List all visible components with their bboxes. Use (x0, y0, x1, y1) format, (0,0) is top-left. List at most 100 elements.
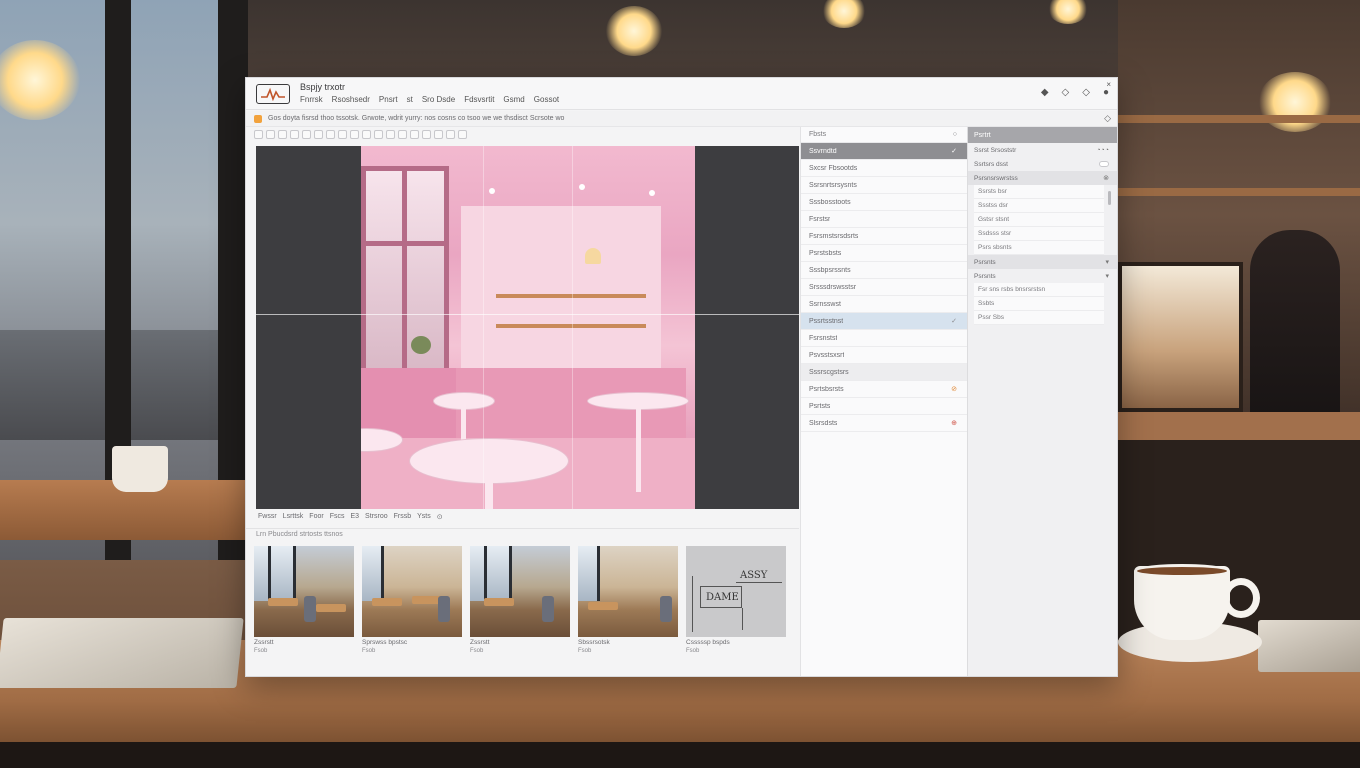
list-items: Ssvrndtd ✓ Sxcsr Fbsootds Ssrsnrtsrsysnts Ss… (801, 143, 967, 432)
thumbnail-image[interactable] (254, 546, 354, 637)
tool-button[interactable] (326, 130, 335, 139)
property-control-icon[interactable]: ▾ (1105, 272, 1109, 280)
thumbnail-card[interactable]: Zssrstt Fsob (470, 546, 570, 654)
tool-button[interactable] (290, 130, 299, 139)
menu-bar: Fnrrsk Rsoshsedr Pnsrt st Sro Dsde Fdsvs… (300, 95, 559, 104)
tool-button[interactable] (410, 130, 419, 139)
list-item[interactable]: Sssrscgstsrs (801, 364, 967, 381)
tool-button[interactable] (458, 130, 467, 139)
list-item[interactable]: Pssrtsstnst ✓ (801, 313, 967, 330)
tool-button[interactable] (446, 130, 455, 139)
property-subitem[interactable]: Gstsr stsnt (974, 213, 1104, 227)
thumbnail-image[interactable] (362, 546, 462, 637)
list-item[interactable]: Psrtsbsrsts ⊘ (801, 381, 967, 398)
thumb-mullion (484, 546, 487, 601)
list-item[interactable]: Fsrsmstsrsdsrts (801, 228, 967, 245)
thumbnail-card[interactable]: Sbssrsotsk Fsob (578, 546, 678, 654)
status-item[interactable]: E3 (350, 513, 359, 525)
scrollbar[interactable] (1108, 191, 1111, 205)
tool-button[interactable] (386, 130, 395, 139)
tool-button[interactable] (314, 130, 323, 139)
tool-button[interactable] (434, 130, 443, 139)
toggle-switch[interactable] (1099, 161, 1109, 167)
menu-item[interactable]: st (407, 95, 413, 104)
property-row[interactable]: Ssrtsrs dsst (968, 157, 1117, 171)
tool-button[interactable] (278, 130, 287, 139)
list-item-label: Psrstsbsts (809, 249, 842, 257)
thumbnail-card[interactable]: DAME ASSY Csssssp bspds Fsob (686, 546, 786, 654)
property-control-icon[interactable]: ⊗ (1103, 174, 1109, 182)
menu-item[interactable]: Fdsvsrtit (464, 95, 494, 104)
thumbnail-label: Csssssp bspds (686, 639, 730, 646)
list-item[interactable]: Ssvrndtd ✓ (801, 143, 967, 160)
list-item[interactable]: Psvsstsxsrt (801, 347, 967, 364)
desk-edge (0, 742, 1360, 768)
status-item[interactable]: Foor (309, 513, 323, 525)
property-subitem[interactable]: Fsr sns rsbs bnsrsrstsn (974, 283, 1104, 297)
menu-item[interactable]: Pnsrt (379, 95, 398, 104)
tool-button[interactable] (254, 130, 263, 139)
tool-button[interactable] (266, 130, 275, 139)
status-item[interactable]: Frssb (394, 513, 412, 525)
list-item[interactable]: Psrtsts (801, 398, 967, 415)
property-control-icon[interactable]: ◔◔◔ (1096, 147, 1109, 154)
property-subitem[interactable]: Ssdsss stsr (974, 227, 1104, 241)
property-row[interactable]: Psrsnsrswrstss ⊗ (968, 171, 1117, 185)
list-item[interactable]: Sssbosstoots (801, 194, 967, 211)
status-item[interactable]: Fwssr (258, 513, 277, 525)
menu-item[interactable]: Gsmd (503, 95, 524, 104)
status-item[interactable]: Strsroo (365, 513, 388, 525)
list-item[interactable]: Ssrsnrtsrsysnts (801, 177, 967, 194)
menu-item[interactable]: Rsoshsedr (332, 95, 370, 104)
list-item[interactable]: Srsssdrswsstsr (801, 279, 967, 296)
thumbnail-image[interactable] (470, 546, 570, 637)
tool-button[interactable] (302, 130, 311, 139)
status-icon[interactable]: ⊕ (951, 419, 957, 427)
property-subitem[interactable]: Psrs sbsnts (974, 241, 1104, 255)
status-item[interactable]: Fscs (330, 513, 345, 525)
status-item[interactable]: Lsrttsk (283, 513, 304, 525)
property-row[interactable]: Psrsnts ▾ (968, 255, 1117, 269)
property-subitem[interactable]: Ssstss dsr (974, 199, 1104, 213)
status-item[interactable]: Ysts (417, 513, 431, 525)
diamond-icon[interactable]: ◇ (1082, 86, 1090, 100)
diamond-icon[interactable]: ◇ (1062, 86, 1070, 100)
tool-button[interactable] (338, 130, 347, 139)
property-subitem[interactable]: Pssr Sbs (974, 311, 1104, 325)
property-row[interactable]: Psrsnts ▾ (968, 269, 1117, 283)
thumbnail-card[interactable]: Sprswss bpstsc Fsob (362, 546, 462, 654)
property-subitem[interactable]: Ssrsts bsr (974, 185, 1104, 199)
status-settings-icon[interactable]: ⊙ (437, 513, 443, 525)
tool-button[interactable] (350, 130, 359, 139)
panel-option-icon[interactable]: ○ (953, 131, 957, 138)
check-icon[interactable]: ✓ (951, 317, 957, 325)
tool-button[interactable] (362, 130, 371, 139)
thumbnail-image[interactable]: DAME ASSY (686, 546, 786, 637)
list-item[interactable]: Sssbpsrssnts (801, 262, 967, 279)
status-icon[interactable]: ⊘ (951, 385, 957, 393)
tool-button[interactable] (374, 130, 383, 139)
property-row[interactable]: Ssrst Srsoststr ◔◔◔ (968, 143, 1117, 157)
menu-item[interactable]: Fnrrsk (300, 95, 323, 104)
list-item[interactable]: Fsrstsr (801, 211, 967, 228)
tool-button[interactable] (398, 130, 407, 139)
list-item[interactable]: Slsrsdsts ⊕ (801, 415, 967, 432)
check-icon[interactable]: ✓ (951, 147, 957, 155)
notice-action-icon[interactable]: ◇ (1104, 113, 1111, 124)
property-control-icon[interactable]: ▾ (1105, 258, 1109, 266)
property-subitem[interactable]: Ssbts (974, 297, 1104, 311)
list-item[interactable]: Fsrsnstst (801, 330, 967, 347)
list-item[interactable]: Psrstsbsts (801, 245, 967, 262)
photo-table (409, 438, 569, 484)
thumbnail-card[interactable]: Zssrstt Fsob (254, 546, 354, 654)
menu-item[interactable]: Sro Dsde (422, 95, 455, 104)
image-canvas[interactable] (256, 146, 799, 509)
close-icon[interactable]: × (1106, 80, 1111, 89)
menu-item[interactable]: Gossot (534, 95, 559, 104)
list-item[interactable]: Ssrnsswst (801, 296, 967, 313)
share-icon[interactable]: ◆ (1041, 86, 1049, 100)
list-item[interactable]: Sxcsr Fbsootds (801, 160, 967, 177)
tool-button[interactable] (422, 130, 431, 139)
photo-pendant-lamp (585, 248, 601, 264)
thumbnail-image[interactable] (578, 546, 678, 637)
